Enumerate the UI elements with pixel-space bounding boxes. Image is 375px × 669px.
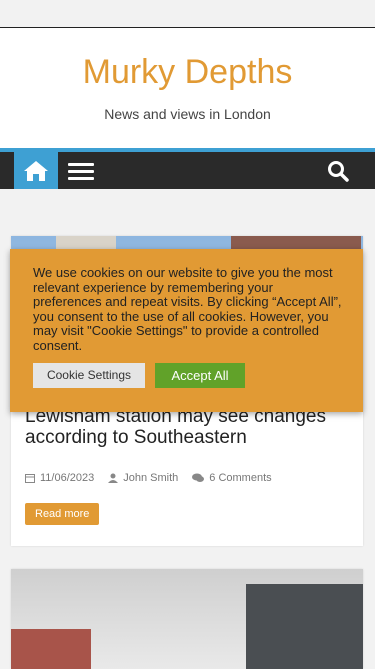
cookie-consent-text: We use cookies on our website to give yo… bbox=[33, 265, 342, 353]
accept-all-button[interactable]: Accept All bbox=[155, 363, 245, 388]
post-meta: 11/06/2023 John Smith 6 Comments bbox=[25, 472, 286, 484]
post-author[interactable]: John Smith bbox=[108, 472, 178, 484]
home-icon bbox=[24, 160, 48, 181]
menu-button[interactable] bbox=[66, 160, 96, 182]
main-navigation bbox=[0, 148, 375, 189]
site-header: Murky Depths News and views in London bbox=[0, 28, 375, 148]
post-thumbnail[interactable] bbox=[11, 569, 363, 669]
post-comments[interactable]: 6 Comments bbox=[192, 472, 272, 484]
post-date[interactable]: 11/06/2023 bbox=[25, 472, 94, 484]
site-description: News and views in London bbox=[104, 106, 271, 122]
menu-icon bbox=[68, 163, 94, 166]
cookie-consent-banner: We use cookies on our website to give yo… bbox=[10, 249, 363, 412]
user-icon bbox=[108, 473, 119, 483]
home-button[interactable] bbox=[14, 152, 58, 189]
comments-icon bbox=[192, 473, 205, 482]
read-more-button[interactable]: Read more bbox=[25, 503, 100, 525]
top-strip bbox=[0, 0, 375, 28]
site-title[interactable]: Murky Depths bbox=[0, 52, 375, 92]
post-title[interactable]: Lewisham station may see changes accordi… bbox=[25, 406, 345, 448]
calendar-icon bbox=[25, 474, 35, 483]
search-button[interactable] bbox=[327, 160, 351, 184]
cookie-settings-button[interactable]: Cookie Settings bbox=[33, 363, 145, 388]
post-card bbox=[11, 569, 363, 669]
search-icon bbox=[328, 161, 349, 182]
